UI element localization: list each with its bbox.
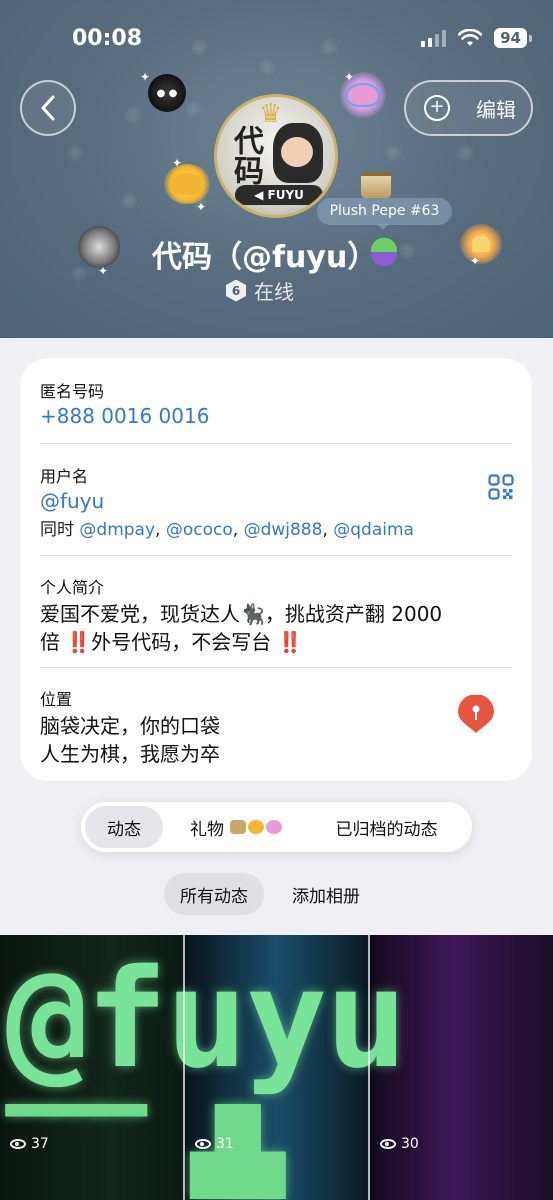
- display-name: 代码（@fuyu）: [152, 240, 378, 275]
- pattern-icon: ✺: [124, 104, 143, 129]
- post-filter-tabs: 所有动态 添加相册: [164, 873, 376, 915]
- post-banner-text: @fuyu: [6, 941, 407, 1099]
- pattern-icon: ✺: [190, 36, 209, 61]
- subtab-add-album[interactable]: 添加相册: [276, 873, 376, 915]
- eye-icon: [195, 1139, 211, 1149]
- also-username-link[interactable]: @qdaima: [333, 520, 414, 540]
- online-status: 在线: [254, 280, 294, 304]
- add-icon: +: [424, 95, 450, 121]
- also-prefix: 同时: [40, 520, 74, 540]
- view-count: 30: [380, 1136, 419, 1152]
- level-badge: 6: [226, 279, 246, 302]
- location-pin-icon[interactable]: [456, 695, 496, 735]
- bio-label: 个人简介: [40, 578, 105, 597]
- online-status-row: 6 在线: [226, 276, 294, 305]
- sparkle-icon: ✦: [344, 70, 355, 84]
- anon-number-label: 匿名号码: [40, 382, 105, 401]
- qr-code-icon[interactable]: [488, 474, 514, 500]
- view-count-value: 31: [216, 1136, 234, 1152]
- pattern-icon: ✺: [456, 142, 475, 167]
- tab-label: 已归档的动态: [335, 819, 438, 840]
- username-label: 用户名: [40, 467, 89, 486]
- gift-bag-icon: [230, 820, 246, 834]
- anon-number[interactable]: +888 0016 0016: [40, 404, 512, 428]
- battery-indicator: 94: [494, 28, 532, 48]
- gift-gold-frog-icon: [248, 820, 264, 834]
- sparkle-icon: ✦: [470, 254, 481, 268]
- bio-line: 倍 ‼️外号代码，不会写台 ‼️: [40, 630, 303, 654]
- sparkle-icon: ✦: [98, 264, 109, 278]
- gift-tooltip: Plush Pepe #63: [317, 198, 452, 230]
- eye-icon: [380, 1139, 396, 1149]
- gift-silver-ball-icon[interactable]: [78, 226, 120, 268]
- pattern-icon: ✺: [320, 36, 339, 61]
- profile-tabs: 动态 礼物 已归档的动态: [81, 802, 472, 852]
- view-count: 31: [195, 1136, 234, 1152]
- location-line: 人生为棋，我愿为卒: [40, 742, 220, 766]
- divider: [40, 555, 512, 556]
- status-time: 00:08: [72, 26, 143, 51]
- pattern-icon: ✺: [70, 262, 89, 287]
- grid-separator: [368, 935, 370, 1200]
- gift-bag-icon[interactable]: [358, 160, 394, 200]
- tab-label: 礼物: [190, 819, 224, 840]
- also-username-link[interactable]: @ococo: [166, 520, 233, 540]
- signal-icon: [421, 29, 447, 47]
- chevron-left-icon: [41, 95, 55, 121]
- location-line: 脑袋决定，你的口袋: [40, 714, 220, 738]
- subtab-label: 添加相册: [292, 886, 360, 907]
- gift-black-creature-icon[interactable]: ● ●: [148, 74, 186, 112]
- status-icons: 94: [421, 28, 532, 48]
- bio-row: 个人简介 爱国不爱党，现货达人🐈‍⬛，挑战资产翻 2000 倍 ‼️外号代码，不…: [40, 574, 512, 656]
- wifi-icon: [458, 29, 483, 46]
- pattern-icon: ✺: [184, 98, 203, 123]
- edit-button[interactable]: + 编辑: [404, 80, 533, 136]
- sparkle-icon: ✦: [140, 70, 151, 84]
- pattern-icon: ✺: [120, 190, 139, 215]
- back-button[interactable]: [20, 80, 76, 136]
- view-count-value: 37: [31, 1136, 49, 1152]
- subtab-all-posts[interactable]: 所有动态: [164, 873, 264, 915]
- username[interactable]: @fuyu: [40, 489, 512, 513]
- bio-line: 爱国不爱党，现货达人🐈‍⬛，挑战资产翻 2000: [40, 602, 443, 626]
- tab-archived-posts[interactable]: 已归档的动态: [309, 806, 464, 848]
- username-row[interactable]: 用户名 @fuyu 同时 @dmpay, @ococo, @dwj888, @q…: [40, 463, 512, 540]
- profile-header: ✺ ✺ ✺ ✺ ✺ ✺ ✺ ✺ ✺ ✺ ✺ ✺ 00:08 94 + 编辑 ● …: [0, 0, 553, 338]
- also-username-link[interactable]: @dwj888: [244, 520, 323, 540]
- gift-pink-frog-icon: [266, 820, 282, 834]
- eye-icon: [10, 1139, 26, 1149]
- profile-info-card: 匿名号码 +888 0016 0016 用户名 @fuyu 同时 @dmpay,…: [20, 358, 532, 781]
- avatar-banner: ◀ FUYU: [235, 185, 323, 205]
- anon-number-row[interactable]: 匿名号码 +888 0016 0016: [40, 378, 512, 428]
- location-label: 位置: [40, 690, 73, 709]
- pattern-icon: ✺: [66, 142, 85, 167]
- avatar-text: 代码: [228, 125, 263, 185]
- also-usernames: 同时 @dmpay, @ococo, @dwj888, @qdaima: [40, 520, 414, 540]
- location-row[interactable]: 位置 脑袋决定，你的口袋 人生为棋，我愿为卒: [40, 686, 512, 768]
- grid-separator: [183, 935, 185, 1200]
- also-username-link[interactable]: @dmpay: [79, 520, 155, 540]
- edit-label: 编辑: [476, 97, 516, 122]
- tab-label: 动态: [107, 819, 141, 840]
- avatar-face: [281, 137, 313, 167]
- tab-gifts[interactable]: 礼物: [163, 806, 309, 848]
- sparkle-icon: ✦: [196, 200, 207, 214]
- gift-gold-frog-icon[interactable]: [164, 164, 210, 204]
- sparkle-icon: ✦: [172, 156, 183, 170]
- subtab-label: 所有动态: [180, 886, 248, 907]
- tab-posts[interactable]: 动态: [85, 806, 163, 848]
- view-count-value: 30: [401, 1136, 419, 1152]
- divider: [40, 667, 512, 668]
- pattern-icon: ✺: [258, 56, 277, 81]
- avatar[interactable]: ♛ 代码 ◀ FUYU: [214, 94, 338, 218]
- gift-cake-icon[interactable]: [460, 224, 502, 264]
- view-count: 37: [10, 1136, 49, 1152]
- posts-grid: @fuyu ▔▔▔ ▟▙: [0, 935, 553, 1200]
- divider: [40, 443, 512, 444]
